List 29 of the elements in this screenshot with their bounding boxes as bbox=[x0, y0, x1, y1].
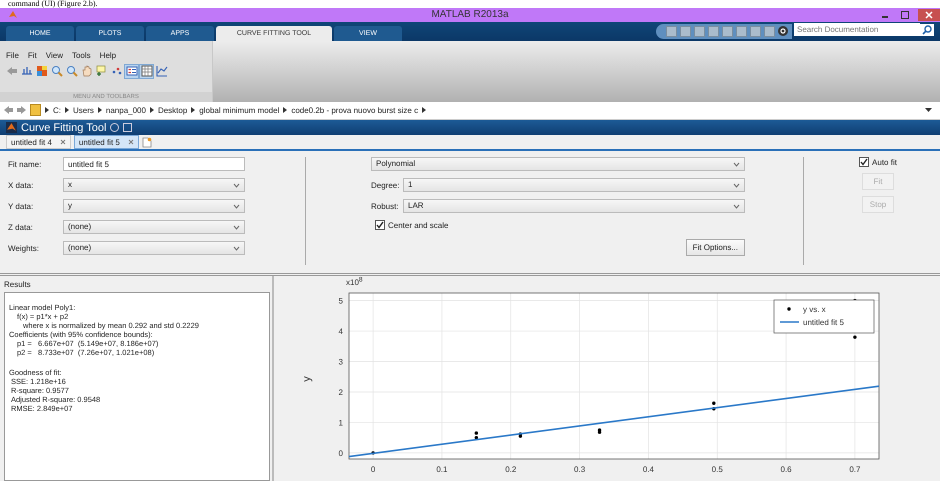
field-label: Degree: bbox=[371, 180, 400, 190]
y-tick-label: 3 bbox=[338, 358, 343, 367]
y-tick-label: 4 bbox=[338, 327, 343, 336]
x-tick-label: 0.3 bbox=[574, 464, 586, 474]
y-tick-label: 5 bbox=[338, 296, 343, 306]
field-label: Y data: bbox=[8, 202, 34, 211]
field-label: Robust: bbox=[371, 202, 400, 211]
document-caption: command (UI) (Figure 2.b). bbox=[0, 0, 940, 8]
x-tick-label: 0.5 bbox=[712, 464, 723, 474]
x-tick-label: 0.2 bbox=[505, 464, 516, 474]
y-tick-label: 0 bbox=[338, 448, 343, 458]
legend-label: untitled fit 5 bbox=[803, 318, 844, 327]
axis-scale-label: x10$^{8}$ bbox=[346, 278, 363, 287]
panel-title: Curve Fitting Tool bbox=[21, 122, 106, 134]
x-tick-label: 0 bbox=[370, 464, 376, 474]
x-tick-label: 0.7 bbox=[849, 464, 860, 474]
y-axis-label: y bbox=[301, 376, 313, 382]
x-tick-label: 0.1 bbox=[436, 464, 448, 474]
y-tick-label: 2 bbox=[338, 388, 343, 397]
y-tick-label: 1 bbox=[338, 418, 343, 428]
panel-title: Results bbox=[4, 280, 32, 289]
field-label: Z data: bbox=[8, 222, 34, 232]
field-label: Fit name: bbox=[8, 160, 42, 169]
legend-label: y vs. x bbox=[803, 304, 826, 314]
window-title: MATLAB R2013a bbox=[431, 9, 509, 20]
x-tick-label: 0.4 bbox=[642, 464, 654, 474]
field-label: X data: bbox=[8, 180, 34, 190]
field-label: Weights: bbox=[8, 244, 40, 253]
x-tick-label: 0.6 bbox=[780, 464, 792, 474]
